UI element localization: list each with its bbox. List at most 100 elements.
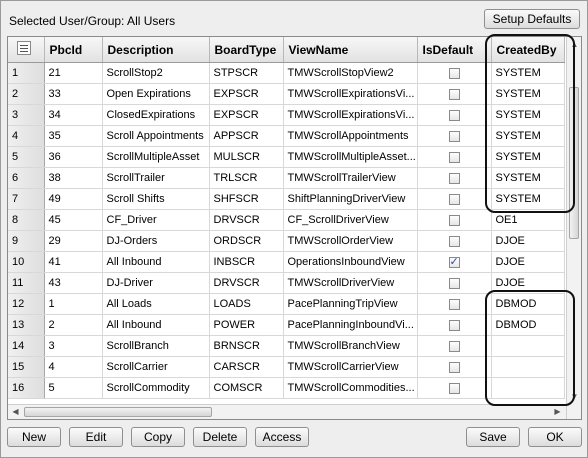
table-row[interactable]: 16 5 ScrollCommodity COMSCR TMWScrollCommodi… — [8, 377, 565, 399]
row-number[interactable]: 4 — [8, 125, 45, 147]
horizontal-scrollbar[interactable]: ◀ ▶ — [8, 404, 566, 419]
cell-pbcid[interactable]: 45 — [44, 209, 103, 231]
cell-boardtype[interactable]: EXPSCR — [209, 83, 284, 105]
isdefault-checkbox[interactable] — [448, 382, 460, 394]
cell-boardtype[interactable]: ORDSCR — [209, 230, 284, 252]
table-row[interactable]: 4 35 Scroll Appointments APPSCR TMWScrollApp… — [8, 125, 565, 147]
isdefault-checkbox[interactable] — [448, 214, 460, 226]
column-chooser-icon[interactable] — [17, 41, 31, 55]
delete-button[interactable]: Delete — [193, 427, 247, 447]
table-row[interactable]: 12 1 All Loads LOADS PacePlanningTripView DBM… — [8, 293, 565, 315]
isdefault-checkbox[interactable] — [448, 172, 460, 184]
copy-button[interactable]: Copy — [131, 427, 185, 447]
table-row[interactable]: 15 4 ScrollCarrier CARSCR TMWScrollCarrierVi… — [8, 356, 565, 378]
cell-viewname[interactable]: TMWScrollMultipleAsset... — [283, 146, 418, 168]
cell-pbcid[interactable]: 38 — [44, 167, 103, 189]
column-chooser[interactable] — [8, 37, 45, 63]
cell-viewname[interactable]: TMWScrollTrailerView — [283, 167, 418, 189]
isdefault-checkbox[interactable] — [448, 130, 460, 142]
isdefault-checkbox[interactable] — [448, 298, 460, 310]
cell-description[interactable]: All Loads — [102, 293, 210, 315]
edit-button[interactable]: Edit — [69, 427, 123, 447]
ok-button[interactable]: OK — [528, 427, 582, 447]
cell-pbcid[interactable]: 49 — [44, 188, 103, 210]
cell-description[interactable]: ScrollStop2 — [102, 62, 210, 84]
table-row[interactable]: 3 34 ClosedExpirations EXPSCR TMWScrollExpir… — [8, 104, 565, 126]
col-header-boardtype[interactable]: BoardType — [209, 37, 284, 63]
cell-description[interactable]: ClosedExpirations — [102, 104, 210, 126]
table-row[interactable]: 10 41 All Inbound INBSCR OperationsInboundVi… — [8, 251, 565, 273]
table-row[interactable]: 8 45 CF_Driver DRVSCR CF_ScrollDriverView OE1 — [8, 209, 565, 231]
cell-pbcid[interactable]: 3 — [44, 335, 103, 357]
isdefault-checkbox[interactable] — [448, 109, 460, 121]
cell-description[interactable]: Open Expirations — [102, 83, 210, 105]
cell-description[interactable]: ScrollMultipleAsset — [102, 146, 210, 168]
cell-viewname[interactable]: TMWScrollOrderView — [283, 230, 418, 252]
access-button[interactable]: Access — [255, 427, 309, 447]
table-row[interactable]: 1 21 ScrollStop2 STPSCR TMWScrollStopView2 SY… — [8, 62, 565, 84]
cell-boardtype[interactable]: LOADS — [209, 293, 284, 315]
row-number[interactable]: 10 — [8, 251, 45, 273]
cell-createdby[interactable]: DJOE — [491, 230, 565, 252]
row-number[interactable]: 12 — [8, 293, 45, 315]
row-number[interactable]: 14 — [8, 335, 45, 357]
cell-pbcid[interactable]: 21 — [44, 62, 103, 84]
col-header-description[interactable]: Description — [102, 37, 210, 63]
cell-description[interactable]: ScrollCommodity — [102, 377, 210, 399]
table-row[interactable]: 11 43 DJ-Driver DRVSCR TMWScrollDriverView DJ… — [8, 272, 565, 294]
table-row[interactable]: 2 33 Open Expirations EXPSCR TMWScrollExpira… — [8, 83, 565, 105]
cell-pbcid[interactable]: 41 — [44, 251, 103, 273]
new-button[interactable]: New — [7, 427, 61, 447]
arrow-left-icon[interactable]: ◀ — [8, 404, 23, 419]
cell-description[interactable]: ScrollCarrier — [102, 356, 210, 378]
col-header-pbcid[interactable]: PbcId — [44, 37, 103, 63]
cell-pbcid[interactable]: 2 — [44, 314, 103, 336]
isdefault-checkbox[interactable] — [448, 193, 460, 205]
cell-boardtype[interactable]: COMSCR — [209, 377, 284, 399]
cell-viewname[interactable]: TMWScrollExpirationsVi... — [283, 83, 418, 105]
cell-viewname[interactable]: CF_ScrollDriverView — [283, 209, 418, 231]
arrow-right-icon[interactable]: ▶ — [550, 404, 565, 419]
cell-description[interactable]: Scroll Shifts — [102, 188, 210, 210]
row-number[interactable]: 13 — [8, 314, 45, 336]
isdefault-checkbox[interactable] — [448, 340, 460, 352]
row-number[interactable]: 5 — [8, 146, 45, 168]
isdefault-checkbox[interactable] — [448, 235, 460, 247]
cell-viewname[interactable]: TMWScrollCommodities... — [283, 377, 418, 399]
cell-description[interactable]: DJ-Driver — [102, 272, 210, 294]
isdefault-checkbox[interactable] — [448, 67, 460, 79]
row-number[interactable]: 1 — [8, 62, 45, 84]
save-button[interactable]: Save — [466, 427, 520, 447]
table-row[interactable]: 6 38 ScrollTrailer TRLSCR TMWScrollTrailerVi… — [8, 167, 565, 189]
cell-viewname[interactable]: ShiftPlanningDriverView — [283, 188, 418, 210]
cell-boardtype[interactable]: SHFSCR — [209, 188, 284, 210]
cell-description[interactable]: DJ-Orders — [102, 230, 210, 252]
cell-viewname[interactable]: TMWScrollAppointments — [283, 125, 418, 147]
row-number[interactable]: 15 — [8, 356, 45, 378]
table-row[interactable]: 13 2 All Inbound POWER PacePlanningInboundVi… — [8, 314, 565, 336]
cell-boardtype[interactable]: EXPSCR — [209, 104, 284, 126]
row-number[interactable]: 8 — [8, 209, 45, 231]
isdefault-checkbox[interactable] — [448, 319, 460, 331]
cell-viewname[interactable]: PacePlanningTripView — [283, 293, 418, 315]
cell-pbcid[interactable]: 1 — [44, 293, 103, 315]
row-number[interactable]: 11 — [8, 272, 45, 294]
cell-boardtype[interactable]: STPSCR — [209, 62, 284, 84]
cell-pbcid[interactable]: 43 — [44, 272, 103, 294]
table-row[interactable]: 7 49 Scroll Shifts SHFSCR ShiftPlanningDrive… — [8, 188, 565, 210]
cell-pbcid[interactable]: 29 — [44, 230, 103, 252]
cell-pbcid[interactable]: 36 — [44, 146, 103, 168]
isdefault-checkbox[interactable] — [448, 88, 460, 100]
cell-viewname[interactable]: TMWScrollBranchView — [283, 335, 418, 357]
cell-boardtype[interactable]: APPSCR — [209, 125, 284, 147]
table-row[interactable]: 14 3 ScrollBranch BRNSCR TMWScrollBranchView — [8, 335, 565, 357]
cell-description[interactable]: Scroll Appointments — [102, 125, 210, 147]
cell-boardtype[interactable]: MULSCR — [209, 146, 284, 168]
cell-boardtype[interactable]: CARSCR — [209, 356, 284, 378]
horizontal-scroll-thumb[interactable] — [24, 407, 212, 417]
row-number[interactable]: 3 — [8, 104, 45, 126]
cell-pbcid[interactable]: 5 — [44, 377, 103, 399]
cell-description[interactable]: ScrollBranch — [102, 335, 210, 357]
cell-viewname[interactable]: OperationsInboundView — [283, 251, 418, 273]
isdefault-checkbox[interactable] — [448, 361, 460, 373]
